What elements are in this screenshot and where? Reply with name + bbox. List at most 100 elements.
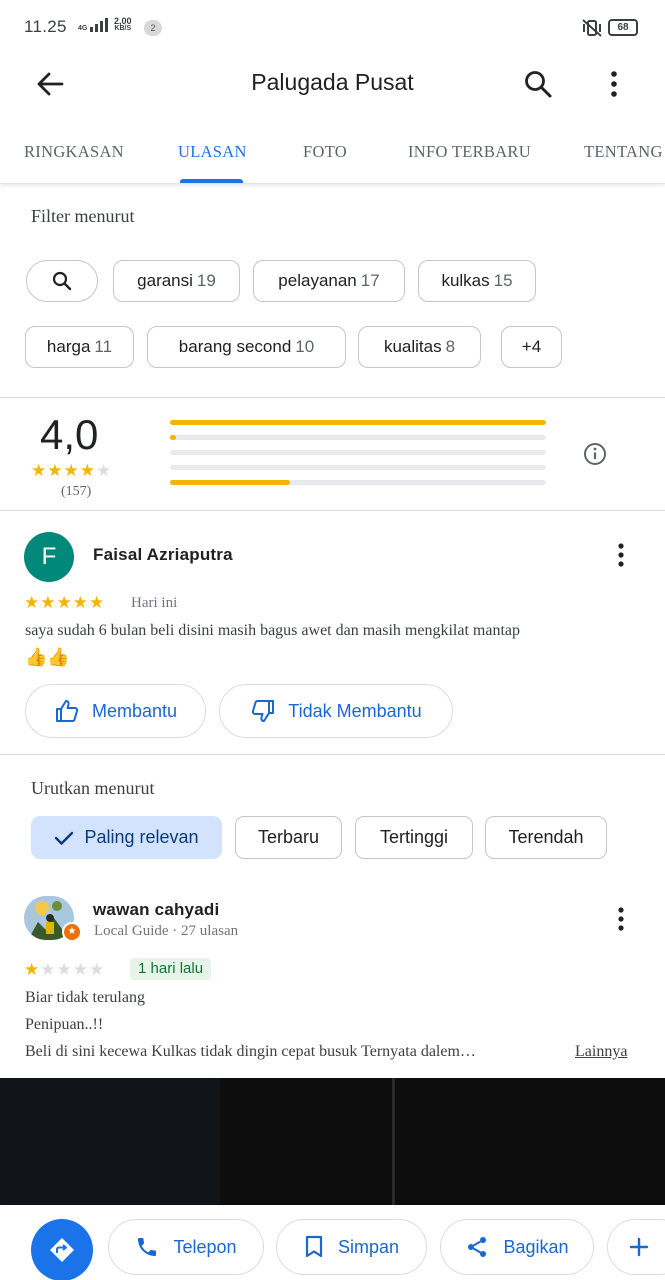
divider — [0, 510, 665, 511]
sort-label-text: Terendah — [508, 827, 584, 847]
network-type: 4G — [78, 25, 88, 32]
not-helpful-label: Tidak Membantu — [288, 700, 422, 721]
signal-icon: 4G — [78, 18, 109, 32]
vibrate-off-icon — [582, 19, 602, 37]
save-label: Simpan — [337, 1236, 400, 1257]
battery-icon: 68 — [608, 19, 638, 36]
filter-chip-pelayanan[interactable]: pelayanan 17 — [253, 260, 405, 302]
chip-count: 8 — [445, 337, 456, 356]
review-text: saya sudah 6 bulan beli disini masih bag… — [25, 622, 521, 639]
more-vert-icon[interactable] — [609, 540, 633, 570]
tab-ulasan[interactable]: ULASAN — [178, 142, 247, 162]
review-time-badge: 1 hari lalu — [130, 958, 212, 980]
average-stars: ★ ★ ★ ★ ★ — [31, 462, 111, 479]
chip-label: pelayanan — [278, 271, 357, 290]
rating-bar-3-star — [170, 450, 546, 455]
directions-button[interactable] — [31, 1219, 93, 1280]
more-vert-icon[interactable] — [609, 904, 633, 934]
chip-count: 15 — [493, 271, 513, 290]
more-vert-icon[interactable] — [596, 66, 632, 102]
reviewer-name[interactable]: Faisal Azriaputra — [93, 545, 233, 565]
divider — [0, 754, 665, 755]
filter-chip-kualitas[interactable]: kualitas 8 — [358, 326, 481, 368]
reviewer-name[interactable]: wawan cahyadi — [93, 900, 219, 920]
filter-chip-kulkas[interactable]: kulkas 15 — [418, 260, 536, 302]
star-icon: ★ — [89, 960, 105, 979]
star-icon: ★ — [96, 461, 112, 480]
helpful-label: Membantu — [91, 700, 178, 721]
star-icon: ★ — [40, 593, 56, 612]
review-photo-strip[interactable] — [0, 1078, 665, 1205]
sort-chip-terbaru[interactable]: Terbaru — [235, 816, 342, 859]
tab-ringkasan[interactable]: RINGKASAN — [24, 142, 124, 162]
phone-icon — [138, 1238, 157, 1256]
review-stars: ★ ★ ★ ★ ★ — [24, 961, 104, 978]
review-stars: ★ ★ ★ ★ ★ — [24, 594, 104, 611]
helpful-button[interactable]: Membantu — [25, 684, 206, 738]
share-label: Bagikan — [503, 1236, 569, 1257]
more-actions-button[interactable] — [607, 1219, 665, 1275]
call-button[interactable]: Telepon — [108, 1219, 264, 1275]
bookmark-icon — [305, 1235, 323, 1258]
chip-label: garansi — [137, 271, 193, 290]
chip-count: 11 — [94, 337, 113, 356]
tab-info-terbaru[interactable]: INFO TERBARU — [408, 142, 531, 162]
star-icon: ★ — [40, 960, 56, 979]
directions-icon — [50, 1238, 74, 1262]
speed-unit: KB/S — [114, 25, 132, 32]
rating-bar-fill — [170, 435, 176, 440]
rating-bar-1-star — [170, 480, 546, 485]
chip-label: kualitas — [383, 337, 442, 356]
share-icon — [468, 1237, 487, 1257]
avatar[interactable]: F — [24, 532, 74, 582]
chip-label: kulkas — [441, 271, 490, 290]
chip-label: harga — [46, 337, 91, 356]
info-icon[interactable] — [583, 442, 607, 466]
read-more-link[interactable]: Lainnya — [575, 1043, 627, 1061]
star-icon: ★ — [47, 461, 63, 480]
filter-chip-barang-second[interactable]: barang second 10 — [147, 326, 346, 368]
star-icon: ★ — [89, 593, 105, 612]
check-icon — [55, 831, 74, 845]
sort-label-text: Paling relevan — [84, 827, 199, 847]
star-icon: ★ — [24, 960, 40, 979]
review-date: Hari ini — [131, 595, 178, 611]
network-speed: 2,00 KB/S — [114, 17, 132, 33]
filter-chip-more[interactable]: +4 — [501, 326, 562, 368]
save-button[interactable]: Simpan — [276, 1219, 427, 1275]
sort-label: Urutkan menurut — [31, 778, 155, 798]
filter-chip-garansi[interactable]: garansi 19 — [113, 260, 240, 302]
tab-tentang[interactable]: TENTANG — [584, 142, 663, 162]
chip-count: 19 — [196, 271, 216, 290]
chip-label: barang second — [178, 337, 292, 356]
star-icon: ★ — [56, 593, 72, 612]
bottom-action-bar: Telepon Simpan Bagikan — [0, 1205, 665, 1280]
star-icon: ★ — [56, 960, 72, 979]
review-line: Beli di sini kecewa Kulkas tidak dingin … — [25, 1043, 476, 1060]
tab-foto[interactable]: FOTO — [303, 142, 347, 162]
status-bar: 11.25 4G 2,00 KB/S 2 68 — [0, 0, 665, 56]
rating-bar-fill — [170, 420, 546, 425]
share-button[interactable]: Bagikan — [440, 1219, 594, 1275]
sort-chip-tertinggi[interactable]: Tertinggi — [355, 816, 473, 859]
total-reviews: (157) — [61, 484, 92, 499]
chip-label: +4 — [521, 337, 542, 356]
sort-chip-terendah[interactable]: Terendah — [485, 816, 607, 859]
page-title: Palugada Pusat — [251, 69, 414, 95]
speed-value: 2,00 — [114, 16, 132, 26]
chip-count: 10 — [295, 337, 315, 356]
sort-label-text: Terbaru — [257, 827, 320, 847]
filter-search-chip[interactable] — [26, 260, 98, 302]
filter-label: Filter menurut — [31, 206, 135, 226]
active-tab-indicator — [180, 179, 243, 183]
review-emoji: 👍👍 — [25, 647, 70, 667]
search-icon[interactable] — [518, 66, 558, 102]
filter-chip-harga[interactable]: harga 11 — [25, 326, 134, 368]
rating-bar-2-star — [170, 465, 546, 470]
rating-bar-4-star — [170, 435, 546, 440]
chip-count: 17 — [360, 271, 380, 290]
sort-chip-paling-relevan[interactable]: Paling relevan — [31, 816, 222, 859]
star-icon: ★ — [72, 960, 88, 979]
app-bar: Palugada Pusat — [0, 56, 665, 112]
not-helpful-button[interactable]: Tidak Membantu — [219, 684, 453, 738]
